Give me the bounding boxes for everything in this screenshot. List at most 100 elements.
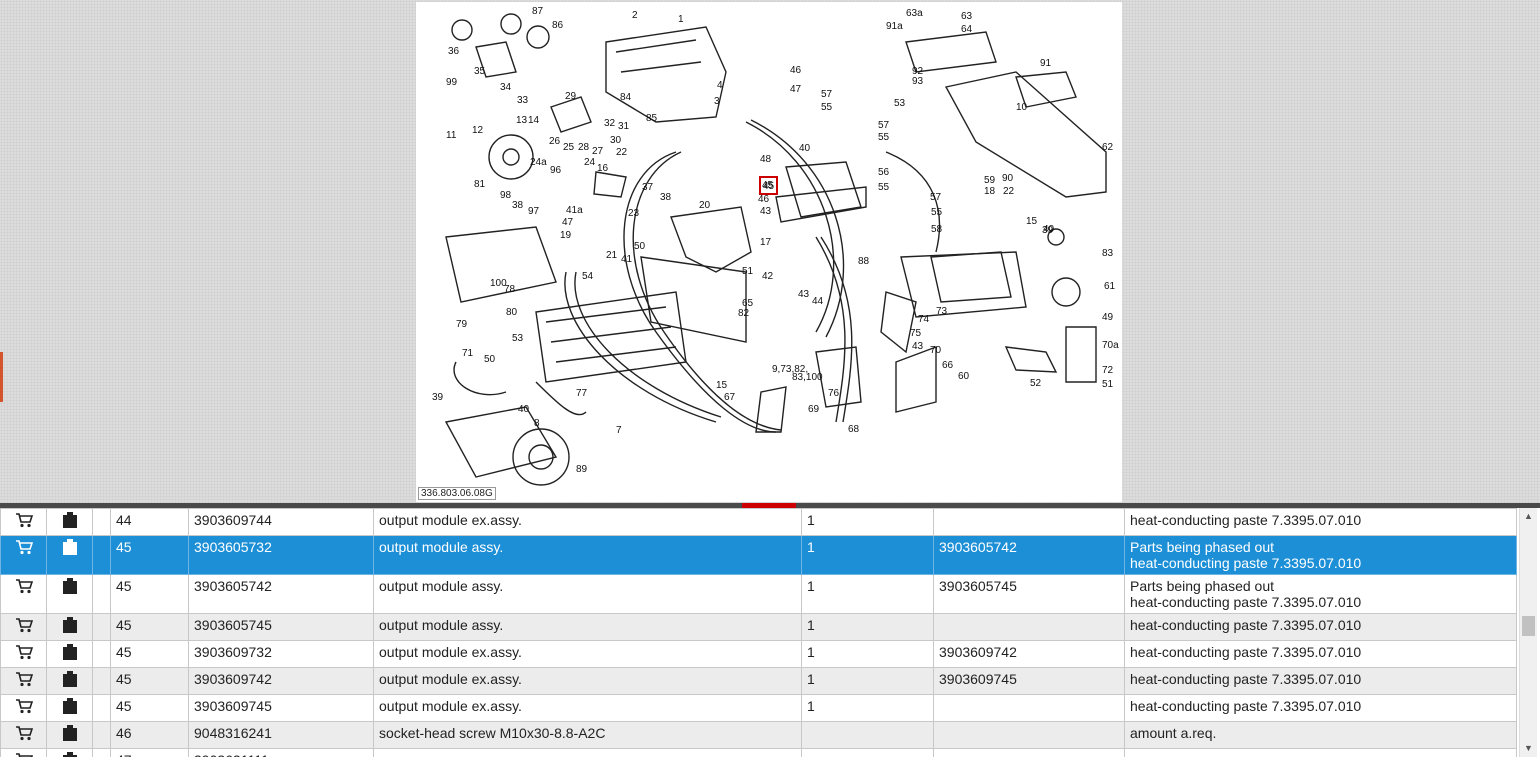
part-callout-label[interactable]: 70 <box>930 345 942 356</box>
table-row[interactable]: 45 3903605745 output module assy. 1 heat-con… <box>0 613 1517 641</box>
part-callout-label[interactable]: 72 <box>1102 365 1114 376</box>
shopping-cart-icon[interactable] <box>15 645 33 663</box>
shopping-cart-icon[interactable] <box>15 672 33 690</box>
part-callout-label[interactable]: 39 <box>1042 225 1054 236</box>
part-callout-label[interactable]: 99 <box>446 77 458 88</box>
part-callout-label[interactable]: 82 <box>738 308 750 319</box>
table-row[interactable]: 44 3903609744 output module ex.assy. 1 heat-… <box>0 508 1517 536</box>
scrollbar-thumb[interactable] <box>1522 616 1535 636</box>
part-callout-label[interactable]: 75 <box>910 328 922 339</box>
part-callout-label[interactable]: 41 <box>621 254 633 265</box>
part-callout-label[interactable]: 13 <box>516 115 528 126</box>
clipboard-icon[interactable] <box>62 539 77 555</box>
part-callout-label[interactable]: 21 <box>606 250 618 261</box>
part-callout-label[interactable]: 52 <box>1030 378 1042 389</box>
part-callout-label[interactable]: 60 <box>958 371 970 382</box>
part-callout-label[interactable]: 50 <box>484 354 496 365</box>
add-to-cart-cell[interactable] <box>0 721 47 749</box>
part-callout-label[interactable]: 84 <box>620 92 632 103</box>
part-callout-label[interactable]: 37 <box>642 182 654 193</box>
add-to-cart-cell[interactable] <box>0 640 47 668</box>
part-callout-label[interactable]: 55 <box>878 132 890 143</box>
part-callout-label[interactable]: 43 <box>798 289 810 300</box>
add-to-cart-cell[interactable] <box>0 667 47 695</box>
part-callout-label[interactable]: 50 <box>634 241 646 252</box>
part-callout-label[interactable]: 67 <box>724 392 736 403</box>
part-callout-label[interactable]: 96 <box>550 165 562 176</box>
part-callout-label[interactable]: 78 <box>504 284 516 295</box>
clipboard-icon[interactable] <box>62 644 77 660</box>
part-callout-label[interactable]: 77 <box>576 388 588 399</box>
part-callout-label[interactable]: 47 <box>790 84 802 95</box>
shopping-cart-icon[interactable] <box>15 579 33 597</box>
part-callout-label[interactable]: 3 <box>714 96 720 107</box>
part-callout-label[interactable]: 83 <box>1102 248 1114 259</box>
part-callout-label[interactable]: 27 <box>592 146 604 157</box>
part-callout-label[interactable]: 29 <box>565 91 577 102</box>
table-row[interactable]: 46 9048316241 socket-head screw M10x30-8.8… <box>0 721 1517 749</box>
part-callout-label[interactable]: 48 <box>760 154 772 165</box>
part-callout-label[interactable]: 28 <box>578 142 590 153</box>
part-callout-label[interactable]: 74 <box>918 314 930 325</box>
part-callout-label[interactable]: 88 <box>858 256 870 267</box>
part-callout-label[interactable]: 30 <box>610 135 622 146</box>
part-callout-label[interactable]: 38 <box>660 192 672 203</box>
part-callout-label[interactable]: 57 <box>821 89 833 100</box>
table-row[interactable]: 45 3903609745 output module ex.assy. 1 heat-… <box>0 694 1517 722</box>
part-callout-label[interactable]: 57 <box>878 120 890 131</box>
part-callout-label[interactable]: 91a <box>886 21 903 32</box>
part-callout-label[interactable]: 98 <box>500 190 512 201</box>
part-callout-label[interactable]: 22 <box>1003 186 1015 197</box>
part-callout-label[interactable]: 24a <box>530 157 547 168</box>
part-callout-label[interactable]: 43 <box>760 206 772 217</box>
add-to-cart-cell[interactable] <box>0 508 47 536</box>
part-callout-label[interactable]: 54 <box>582 271 594 282</box>
part-callout-label[interactable]: 15 <box>716 380 728 391</box>
part-callout-label[interactable]: 40 <box>799 143 811 154</box>
clipboard-cell[interactable] <box>46 667 93 695</box>
part-callout-label[interactable]: 91 <box>1040 58 1052 69</box>
table-scrollbar[interactable]: ▲ ▼ <box>1519 508 1537 757</box>
part-callout-label[interactable]: 44 <box>812 296 824 307</box>
part-callout-label[interactable]: 57 <box>930 192 942 203</box>
part-callout-label[interactable]: 56 <box>878 167 890 178</box>
part-callout-label[interactable]: 10 <box>1016 102 1028 113</box>
shopping-cart-icon[interactable] <box>15 540 33 558</box>
clipboard-cell[interactable] <box>46 574 93 614</box>
part-callout-label[interactable]: 97 <box>528 206 540 217</box>
add-to-cart-cell[interactable] <box>0 694 47 722</box>
part-callout-label[interactable]: 70a <box>1102 340 1119 351</box>
part-callout-label[interactable]: 49 <box>1102 312 1114 323</box>
scroll-up-arrow-icon[interactable]: ▲ <box>1520 508 1537 525</box>
part-callout-label[interactable]: 18 <box>984 186 996 197</box>
part-callout-label[interactable]: 61 <box>1104 281 1116 292</box>
part-callout-label[interactable]: 7 <box>616 425 622 436</box>
table-row[interactable]: 45 3903605732 output module assy. 1 39036057… <box>0 535 1517 575</box>
part-callout-label[interactable]: 89 <box>576 464 588 475</box>
part-callout-label[interactable]: 80 <box>506 307 518 318</box>
part-callout-label[interactable]: 43 <box>912 341 924 352</box>
part-callout-label[interactable]: 31 <box>618 121 630 132</box>
part-callout-label[interactable]: 83,100 <box>792 372 823 383</box>
clipboard-cell[interactable] <box>46 694 93 722</box>
shopping-cart-icon[interactable] <box>15 618 33 636</box>
shopping-cart-icon[interactable] <box>15 726 33 744</box>
part-callout-label[interactable]: 15 <box>1026 216 1038 227</box>
clipboard-icon[interactable] <box>62 617 77 633</box>
clipboard-cell[interactable] <box>46 508 93 536</box>
part-callout-label[interactable]: 4 <box>717 80 723 91</box>
clipboard-icon[interactable] <box>62 752 77 757</box>
part-callout-label[interactable]: 40 <box>518 404 530 415</box>
add-to-cart-cell[interactable] <box>0 613 47 641</box>
part-callout-label[interactable]: 59 <box>984 175 996 186</box>
part-callout-label[interactable]: 36 <box>448 46 460 57</box>
part-callout-label[interactable]: 55 <box>878 182 890 193</box>
add-to-cart-cell[interactable] <box>0 535 47 575</box>
part-callout-label[interactable]: 39 <box>432 392 444 403</box>
part-callout-label[interactable]: 64 <box>961 24 973 35</box>
part-callout-label[interactable]: 46 <box>758 194 770 205</box>
part-callout-label[interactable]: 24 <box>584 157 596 168</box>
part-callout-label[interactable]: 76 <box>828 388 840 399</box>
part-callout-label[interactable]: 51 <box>742 266 754 277</box>
part-callout-label[interactable]: 22 <box>616 147 628 158</box>
